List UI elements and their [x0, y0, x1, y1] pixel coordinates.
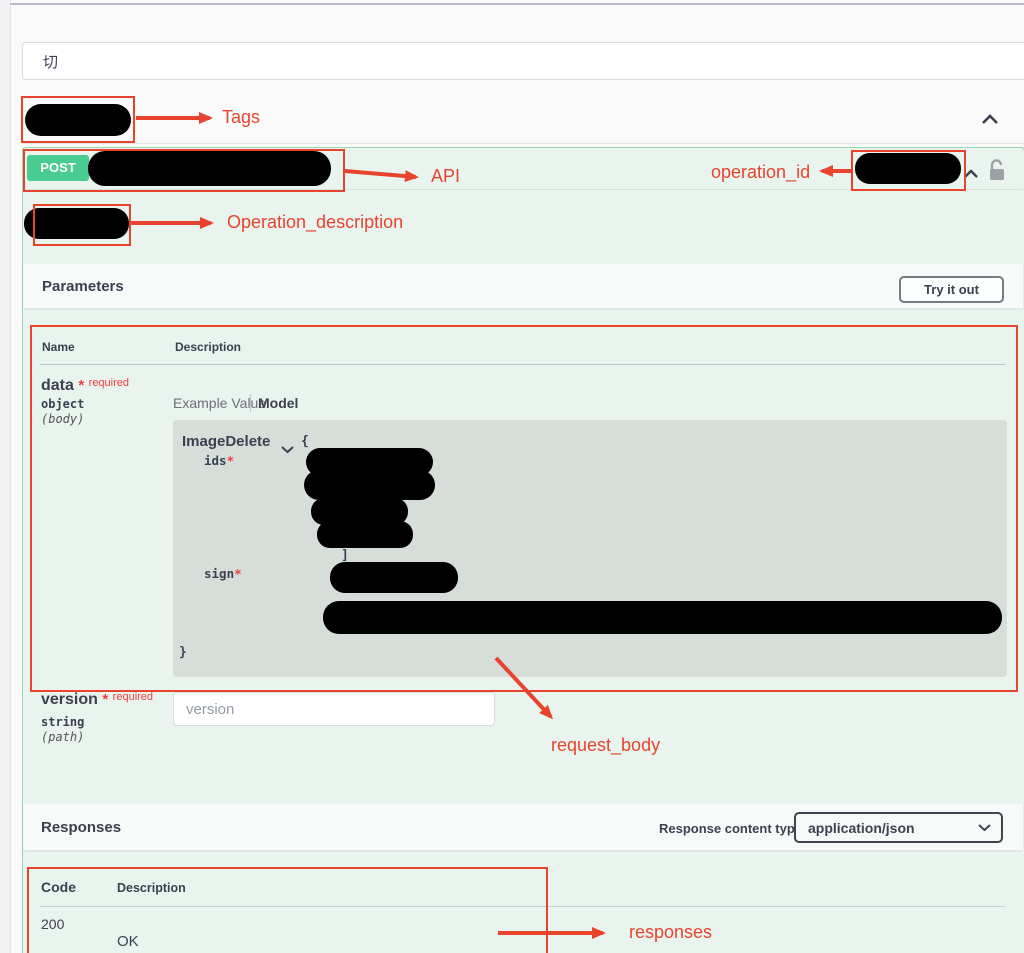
- required-star: *: [102, 691, 109, 708]
- annotation-label-tags: Tags: [222, 107, 261, 127]
- annotation-box-request-body: [30, 325, 1018, 692]
- version-input[interactable]: [173, 692, 495, 726]
- required-label: required: [112, 691, 154, 703]
- parameters-title: Parameters: [42, 278, 124, 295]
- tag-collapse-chevron-up-icon[interactable]: [981, 112, 999, 130]
- annotation-label-operation-description: Operation_description: [227, 212, 404, 232]
- tag-section-divider: [22, 143, 1024, 144]
- param-version-in: (path): [41, 730, 85, 744]
- response-content-type-select[interactable]: application/json: [794, 812, 1003, 843]
- responses-title: Responses: [41, 819, 122, 836]
- scrollbar-gutter[interactable]: [0, 0, 11, 953]
- annotation-box-operation-id: [851, 150, 966, 191]
- try-it-out-button[interactable]: Try it out: [899, 276, 1004, 303]
- param-version-name: version * required: [41, 691, 154, 708]
- annotation-label-request-body: request_body: [551, 735, 661, 755]
- annotation-label-operation-id: operation_id: [711, 162, 811, 182]
- annotation-label-responses: responses: [629, 922, 713, 942]
- content-type-value: application/json: [808, 819, 915, 836]
- swagger-page: POST Parameters Try it out Name Descript…: [0, 0, 1024, 953]
- response-content-type-label: Response content type: [659, 821, 803, 836]
- select-chevron-down-icon: [978, 823, 991, 831]
- auth-unlocked-icon[interactable]: [988, 158, 1006, 188]
- annotation-box-operation-description: [33, 204, 131, 246]
- annotation-box-tags: [21, 96, 135, 143]
- annotation-box-responses: [27, 867, 548, 953]
- annotation-box-api: [23, 149, 345, 192]
- top-divider: [10, 3, 1024, 5]
- filter-input[interactable]: [22, 42, 1024, 80]
- annotation-label-api: API: [431, 166, 461, 186]
- parameters-header: [23, 264, 1023, 308]
- param-version-type: string: [41, 715, 85, 729]
